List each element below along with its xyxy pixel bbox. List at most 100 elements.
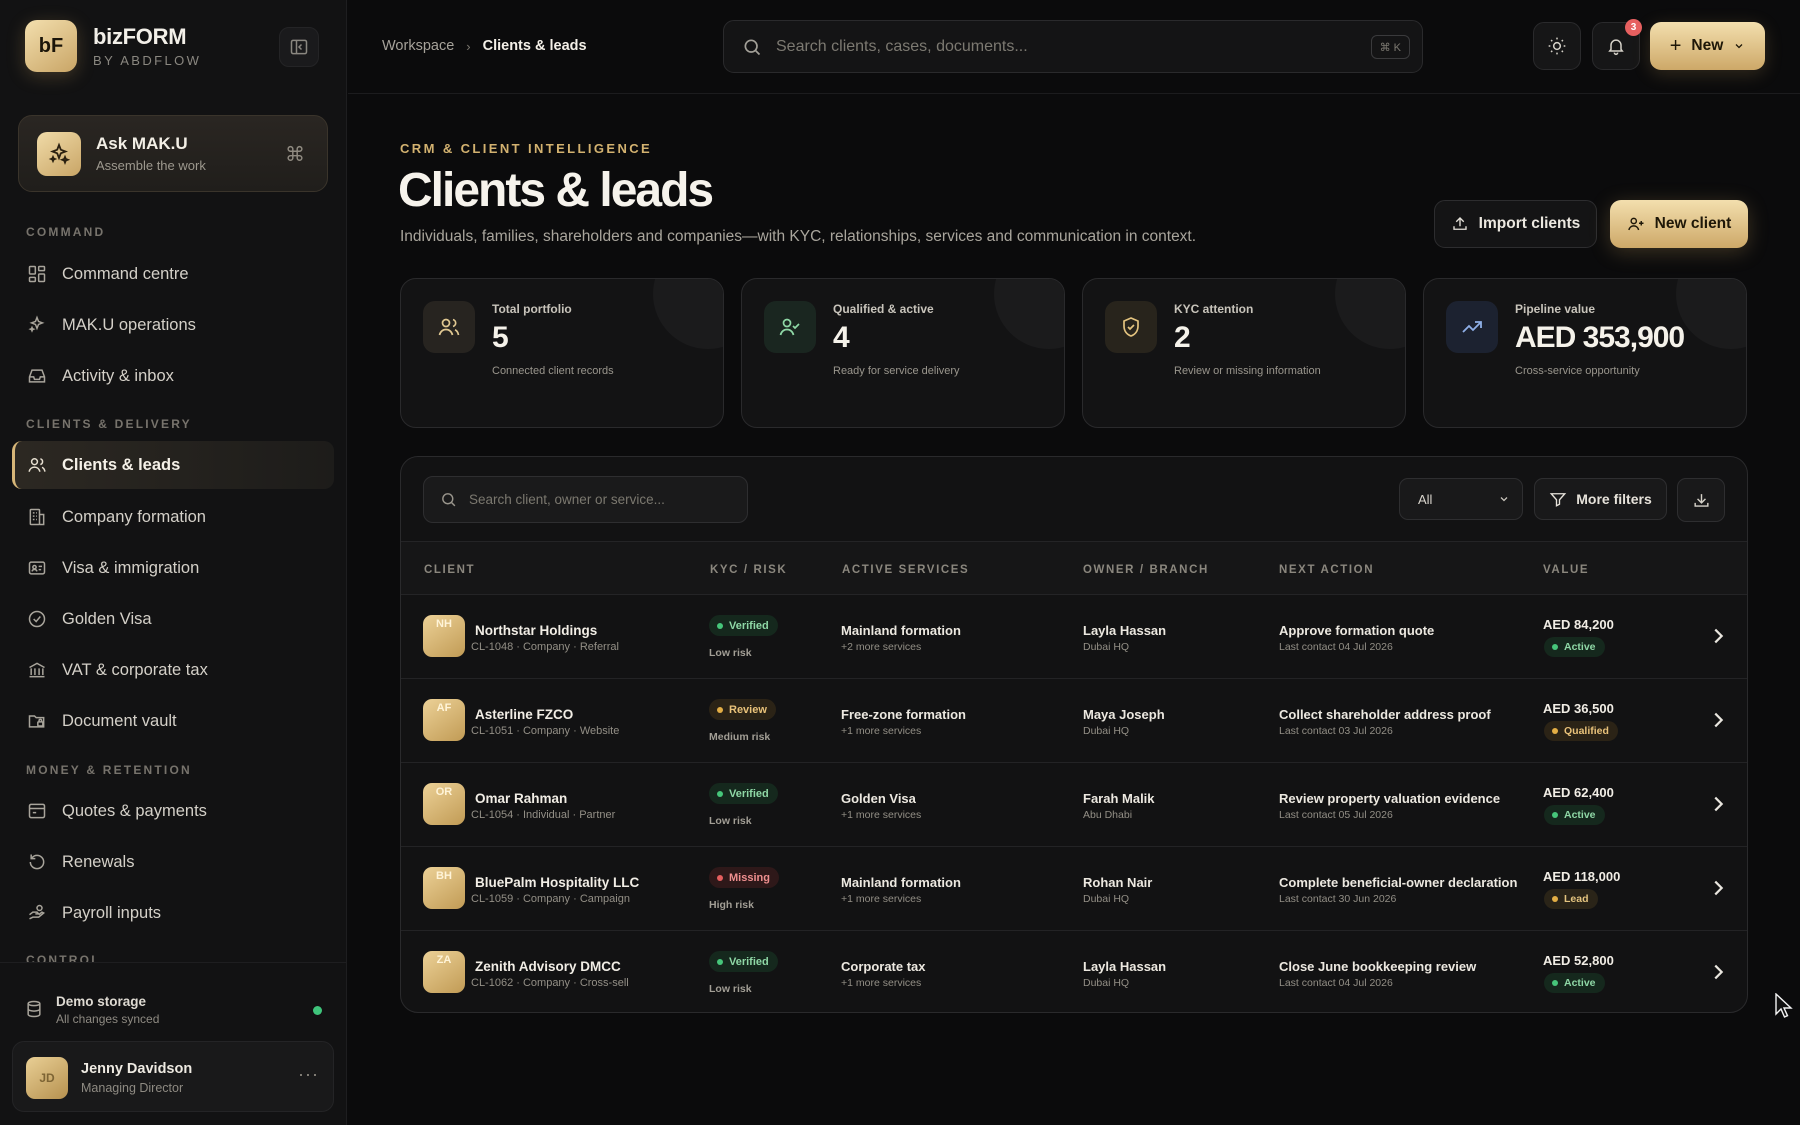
ask-subtitle: Assemble the work xyxy=(96,158,206,173)
client-meta: CL-1062 · Company · Cross-sell xyxy=(471,977,629,989)
stat-label: KYC attention xyxy=(1174,302,1254,316)
kyc-status-badge: Verified xyxy=(709,783,778,804)
last-contact: Last contact 05 Jul 2026 xyxy=(1279,809,1393,821)
status-dot xyxy=(1552,980,1558,986)
client-name[interactable]: Northstar Holdings xyxy=(475,623,597,638)
active-service: Corporate tax xyxy=(841,959,926,974)
sidebar-item-maku-operations[interactable]: MAK.U operations xyxy=(12,301,334,349)
kyc-status-badge: Missing xyxy=(709,867,779,888)
sidebar-item-label: Company formation xyxy=(62,507,206,526)
client-avatar: BH xyxy=(423,867,465,909)
sidebar-item-company-formation[interactable]: Company formation xyxy=(12,493,334,541)
ask-text: Ask MAK.U Assemble the work xyxy=(96,134,206,173)
risk-level: Medium risk xyxy=(709,731,771,743)
chevron-right-icon[interactable] xyxy=(1707,877,1729,899)
kyc-status-label: Verified xyxy=(729,955,769,968)
download-button[interactable] xyxy=(1677,478,1725,522)
owner-name: Farah Malik xyxy=(1083,791,1155,806)
chevron-right-icon[interactable] xyxy=(1707,961,1729,983)
client-name[interactable]: Zenith Advisory DMCC xyxy=(475,959,621,974)
more-services: +1 more services xyxy=(841,809,922,821)
ask-title: Ask MAK.U xyxy=(96,134,188,153)
table-row[interactable]: AF Asterline FZCO CL-1051 · Company · We… xyxy=(401,679,1747,763)
client-name[interactable]: Omar Rahman xyxy=(475,791,567,806)
next-action: Close June bookkeeping review xyxy=(1279,959,1477,974)
shield-check-icon xyxy=(1105,301,1157,353)
status-filter-value: All xyxy=(1418,491,1433,507)
id-card-icon xyxy=(26,557,48,579)
sidebar-item-clients-leads[interactable]: Clients & leads xyxy=(12,441,334,489)
sidebar-item-visa-immigration[interactable]: Visa & immigration xyxy=(12,544,334,592)
column-header-client[interactable]: CLIENT xyxy=(424,564,475,576)
storage-status: Demo storage All changes synced xyxy=(0,962,347,1042)
table-row[interactable]: OR Omar Rahman CL-1054 · Individual · Pa… xyxy=(401,763,1747,847)
sidebar-item-command-centre[interactable]: Command centre xyxy=(12,250,334,298)
owner-name: Layla Hassan xyxy=(1083,959,1167,974)
table-row[interactable]: BH BluePalm Hospitality LLC CL-1059 · Co… xyxy=(401,847,1747,931)
sidebar-item-quotes-payments[interactable]: Quotes & payments xyxy=(12,787,334,835)
sidebar-item-payroll-inputs[interactable]: Payroll inputs xyxy=(12,889,334,937)
column-header-kyc-risk[interactable]: KYC / RISK xyxy=(710,564,787,576)
filter-icon xyxy=(1550,493,1567,507)
table-row[interactable]: NH Northstar Holdings CL-1048 · Company … xyxy=(401,595,1747,679)
column-header-active-services[interactable]: ACTIVE SERVICES xyxy=(842,564,969,576)
theme-toggle-button[interactable] xyxy=(1533,22,1581,70)
stat-card-pipeline-value: Pipeline value AED 353,900 Cross-service… xyxy=(1423,278,1747,428)
column-header-next-action[interactable]: NEXT ACTION xyxy=(1279,564,1374,576)
sidebar-item-activity-inbox[interactable]: Activity & inbox xyxy=(12,352,334,400)
stat-subtitle: Review or missing information xyxy=(1174,365,1321,377)
chevron-right-icon[interactable] xyxy=(1707,709,1729,731)
sidebar-item-label: Clients & leads xyxy=(62,455,181,474)
ask-maku-card[interactable]: Ask MAK.U Assemble the work ⌘ xyxy=(18,115,328,192)
new-client-button[interactable]: New client xyxy=(1610,200,1748,248)
client-name[interactable]: Asterline FZCO xyxy=(475,707,573,722)
sidebar-item-label: Visa & immigration xyxy=(62,558,200,577)
sidebar-item-document-vault[interactable]: Document vault xyxy=(12,697,334,745)
user-profile-card[interactable]: JD Jenny Davidson Managing Director ··· xyxy=(12,1041,334,1112)
more-filters-button[interactable]: More filters xyxy=(1534,478,1667,520)
stat-label: Qualified & active xyxy=(833,302,934,316)
clients-table-panel: Search client, owner or service... All M… xyxy=(400,456,1748,1013)
new-button[interactable]: + New xyxy=(1650,22,1765,70)
client-status-label: Qualified xyxy=(1564,725,1609,737)
client-value: AED 62,400 xyxy=(1543,785,1614,800)
sidebar-item-vat-corporate-tax[interactable]: VAT & corporate tax xyxy=(12,646,334,694)
plus-icon: + xyxy=(1669,34,1682,57)
refresh-icon xyxy=(26,851,48,873)
bell-icon xyxy=(1608,39,1624,56)
chevron-right-icon[interactable] xyxy=(1707,793,1729,815)
collapse-sidebar-button[interactable] xyxy=(279,27,319,67)
client-search-placeholder: Search client, owner or service... xyxy=(469,492,665,507)
users-icon xyxy=(26,454,48,476)
column-header-owner-branch[interactable]: OWNER / BRANCH xyxy=(1083,564,1209,576)
more-filters-label: More filters xyxy=(1576,491,1652,507)
owner-branch: Dubai HQ xyxy=(1083,977,1130,989)
search-shortcut: ⌘ K xyxy=(1370,35,1410,59)
building-icon xyxy=(26,506,48,528)
kyc-status-label: Verified xyxy=(729,619,769,632)
active-service: Golden Visa xyxy=(841,791,916,806)
kyc-status-badge: Verified xyxy=(709,615,778,636)
chevron-right-icon[interactable] xyxy=(1707,625,1729,647)
more-options-icon[interactable]: ··· xyxy=(298,1064,319,1085)
sidebar-item-renewals[interactable]: Renewals xyxy=(12,838,334,886)
notifications-button[interactable]: 3 xyxy=(1592,19,1642,70)
client-search-input[interactable]: Search client, owner or service... xyxy=(423,476,748,523)
import-clients-button[interactable]: Import clients xyxy=(1434,200,1597,248)
sidebar-item-label: Renewals xyxy=(62,852,135,871)
more-services: +2 more services xyxy=(841,641,922,653)
brand[interactable]: bF bizFORM BY ABDFLOW xyxy=(25,20,201,72)
client-avatar: AF xyxy=(423,699,465,741)
column-header-value[interactable]: VALUE xyxy=(1543,564,1589,576)
status-dot xyxy=(717,958,723,965)
breadcrumb-current: Clients & leads xyxy=(482,38,587,54)
status-filter-select[interactable]: All xyxy=(1399,478,1523,520)
sidebar-item-golden-visa[interactable]: Golden Visa xyxy=(12,595,334,643)
table-row[interactable]: ZA Zenith Advisory DMCC CL-1062 · Compan… xyxy=(401,931,1747,1012)
user-plus-icon xyxy=(1627,217,1644,231)
client-name[interactable]: BluePalm Hospitality LLC xyxy=(475,875,639,890)
next-action: Review property valuation evidence xyxy=(1279,791,1501,806)
next-action: Approve formation quote xyxy=(1279,623,1435,638)
breadcrumb-workspace[interactable]: Workspace xyxy=(382,38,454,54)
global-search-input[interactable]: Search clients, cases, documents... ⌘ K xyxy=(723,20,1423,73)
